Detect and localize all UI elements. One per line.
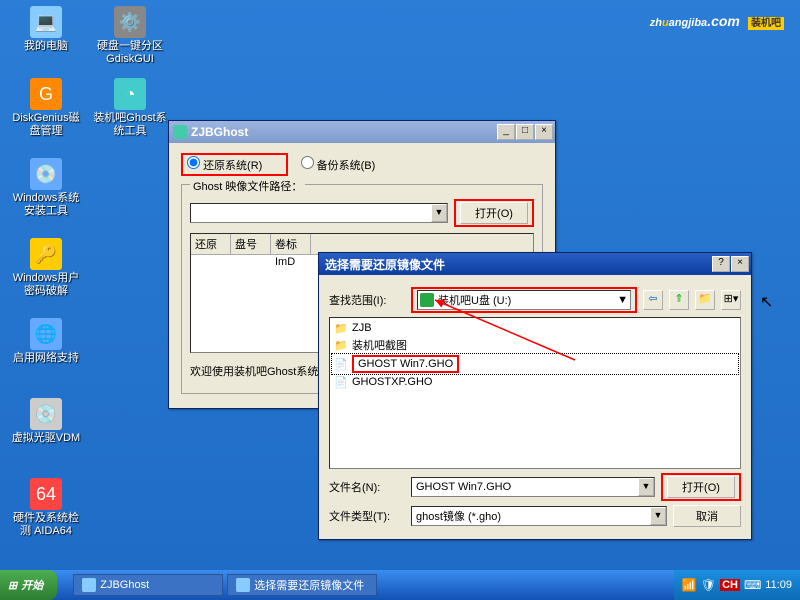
desktop-icon[interactable]: 🌐 启用网络支持 bbox=[8, 318, 84, 365]
taskbar-button-filedialog[interactable]: 选择需要还原镜像文件 bbox=[227, 574, 377, 596]
deskicon-image: 64 bbox=[30, 478, 62, 510]
tray-icon[interactable]: ⌨ bbox=[744, 578, 761, 592]
file-name: 装机吧截图 bbox=[352, 337, 407, 353]
filename-label: 文件名(N): bbox=[329, 479, 405, 495]
clock[interactable]: 11:09 bbox=[765, 579, 792, 591]
deskicon-image: 💿 bbox=[30, 398, 62, 430]
highlight-lookin: 装机吧U盘 (U:) ▼ bbox=[411, 287, 637, 313]
cancel-button[interactable]: 取消 bbox=[673, 505, 741, 527]
chevron-down-icon[interactable]: ▼ bbox=[638, 478, 654, 496]
deskicon-label: 我的电脑 bbox=[8, 40, 84, 53]
folder-icon: 📁 bbox=[334, 338, 348, 352]
highlight-selected-file: GHOST Win7.GHO bbox=[352, 355, 459, 373]
close-button[interactable]: × bbox=[535, 124, 553, 140]
drive-icon bbox=[420, 293, 434, 307]
chevron-down-icon[interactable]: ▼ bbox=[617, 294, 628, 306]
desktop-icon[interactable]: GDiskGenius磁盘管理 bbox=[8, 78, 84, 138]
filetype-label: 文件类型(T): bbox=[329, 508, 405, 524]
fieldset-legend: Ghost 映像文件路径： bbox=[190, 178, 305, 194]
grid-header-cell[interactable]: 卷标 bbox=[271, 234, 311, 254]
help-button[interactable]: ? bbox=[712, 256, 730, 272]
folder-icon: 📁 bbox=[334, 321, 348, 335]
deskicon-image: 💻 bbox=[30, 6, 62, 38]
ghost-path-combo[interactable]: ▼ bbox=[190, 203, 448, 223]
radio-backup[interactable]: 备份系统(B) bbox=[301, 160, 376, 172]
ime-indicator[interactable]: CH bbox=[720, 579, 740, 591]
deskicon-label: Windows用户密码破解 bbox=[8, 272, 84, 298]
nav-views-button[interactable]: ⊞▾ bbox=[721, 290, 741, 310]
file-icon: 📄 bbox=[334, 375, 348, 389]
deskicon-image: G bbox=[30, 78, 62, 110]
file-name: GHOSTXP.GHO bbox=[352, 376, 432, 388]
lookin-label: 查找范围(I): bbox=[329, 292, 405, 308]
lookin-combo[interactable]: 装机吧U盘 (U:) ▼ bbox=[417, 290, 631, 310]
filetype-value: ghost镜像 (*.gho) bbox=[416, 508, 501, 524]
deskicon-image: ⚙️ bbox=[114, 6, 146, 38]
open-button[interactable]: 打开(O) bbox=[460, 202, 528, 224]
titlebar[interactable]: 选择需要还原镜像文件 ? × bbox=[319, 253, 751, 275]
cursor-icon: ↖ bbox=[760, 292, 773, 312]
desktop-icon[interactable]: 💿Windows系统安装工具 bbox=[8, 158, 84, 218]
app-icon bbox=[236, 578, 250, 592]
deskicon-image: 💿 bbox=[30, 158, 62, 190]
chevron-down-icon[interactable]: ▼ bbox=[431, 204, 447, 222]
minimize-button[interactable]: _ bbox=[497, 124, 515, 140]
deskicon-image: 🔑 bbox=[30, 238, 62, 270]
app-icon bbox=[173, 125, 187, 139]
nav-up-button[interactable]: ⇑ bbox=[669, 290, 689, 310]
system-tray[interactable]: 📶 🛡 CH ⌨ 11:09 bbox=[674, 570, 800, 600]
filename-input[interactable]: GHOST Win7.GHO ▼ bbox=[411, 477, 655, 497]
nav-newfolder-button[interactable]: 📁 bbox=[695, 290, 715, 310]
mode-radios: 还原系统(R) 备份系统(B) bbox=[181, 153, 543, 176]
deskicon-label: 硬件及系统检测 AIDA64 bbox=[8, 512, 84, 538]
desktop-icon[interactable]: 💻 我的电脑 bbox=[8, 6, 84, 53]
filetype-combo[interactable]: ghost镜像 (*.gho) ▼ bbox=[411, 506, 667, 526]
deskicon-label: 硬盘一键分区GdiskGUI bbox=[92, 40, 168, 66]
file-list[interactable]: 📁 ZJB 📁 装机吧截图 📄 GHOST Win7.GHO 📄 GHOSTXP.GHO bbox=[329, 317, 741, 469]
start-button[interactable]: ⊞开始 bbox=[0, 570, 57, 600]
grid-cell: ImD bbox=[271, 255, 311, 269]
deskicon-label: DiskGenius磁盘管理 bbox=[8, 112, 84, 138]
close-button[interactable]: × bbox=[731, 256, 749, 272]
file-icon: 📄 bbox=[334, 357, 348, 371]
desktop-icon[interactable]: ◔装机吧Ghost系统工具 bbox=[92, 78, 168, 138]
file-name: GHOST Win7.GHO bbox=[352, 355, 459, 373]
deskicon-label: 启用网络支持 bbox=[8, 352, 84, 365]
highlight-open-button: 打开(O) bbox=[454, 199, 534, 227]
deskicon-label: 虚拟光驱VDM bbox=[8, 432, 84, 445]
deskicon-label: Windows系统安装工具 bbox=[8, 192, 84, 218]
highlight-open-button: 打开(O) bbox=[661, 473, 741, 501]
desktop-icon[interactable]: 💿 虚拟光驱VDM bbox=[8, 398, 84, 445]
dialog-title: 选择需要还原镜像文件 bbox=[325, 256, 712, 273]
app-icon bbox=[82, 578, 96, 592]
titlebar[interactable]: ZJBGhost _ □ × bbox=[169, 121, 555, 143]
folder-item[interactable]: 📁 装机吧截图 bbox=[332, 336, 738, 354]
file-name: ZJB bbox=[352, 322, 372, 334]
desktop-icon[interactable]: ⚙️硬盘一键分区GdiskGUI bbox=[92, 6, 168, 66]
filename-value: GHOST Win7.GHO bbox=[416, 481, 511, 493]
open-button[interactable]: 打开(O) bbox=[667, 476, 735, 498]
highlight-restore-radio: 还原系统(R) bbox=[181, 153, 288, 176]
file-open-dialog: 选择需要还原镜像文件 ? × 查找范围(I): 装机吧U盘 (U:) ▼ ⇦ ⇑… bbox=[318, 252, 752, 540]
desktop-icon[interactable]: 🔑Windows用户密码破解 bbox=[8, 238, 84, 298]
grid-header-cell[interactable]: 盘号 bbox=[231, 234, 271, 254]
taskbar: ⊞开始 ZJBGhost 选择需要还原镜像文件 📶 🛡 CH ⌨ 11:09 bbox=[0, 570, 800, 600]
desktop-icon[interactable]: 64硬件及系统检测 AIDA64 bbox=[8, 478, 84, 538]
radio-restore[interactable]: 还原系统(R) bbox=[187, 160, 262, 172]
folder-item[interactable]: 📁 ZJB bbox=[332, 320, 738, 336]
window-title: ZJBGhost bbox=[191, 125, 497, 139]
chevron-down-icon[interactable]: ▼ bbox=[650, 507, 666, 525]
grid-header-cell[interactable]: 还原 bbox=[191, 234, 231, 254]
deskicon-image: ◔ bbox=[114, 78, 146, 110]
tray-icon[interactable]: 📶 bbox=[682, 578, 697, 592]
taskbar-button-zjbghost[interactable]: ZJBGhost bbox=[73, 574, 223, 596]
nav-back-button[interactable]: ⇦ bbox=[643, 290, 663, 310]
tray-icon[interactable]: 🛡 bbox=[701, 578, 716, 592]
file-item[interactable]: 📄 GHOST Win7.GHO bbox=[332, 354, 738, 374]
lookin-value: 装机吧U盘 (U:) bbox=[438, 292, 511, 308]
deskicon-label: 装机吧Ghost系统工具 bbox=[92, 112, 168, 138]
deskicon-image: 🌐 bbox=[30, 318, 62, 350]
maximize-button[interactable]: □ bbox=[516, 124, 534, 140]
file-item[interactable]: 📄 GHOSTXP.GHO bbox=[332, 374, 738, 390]
